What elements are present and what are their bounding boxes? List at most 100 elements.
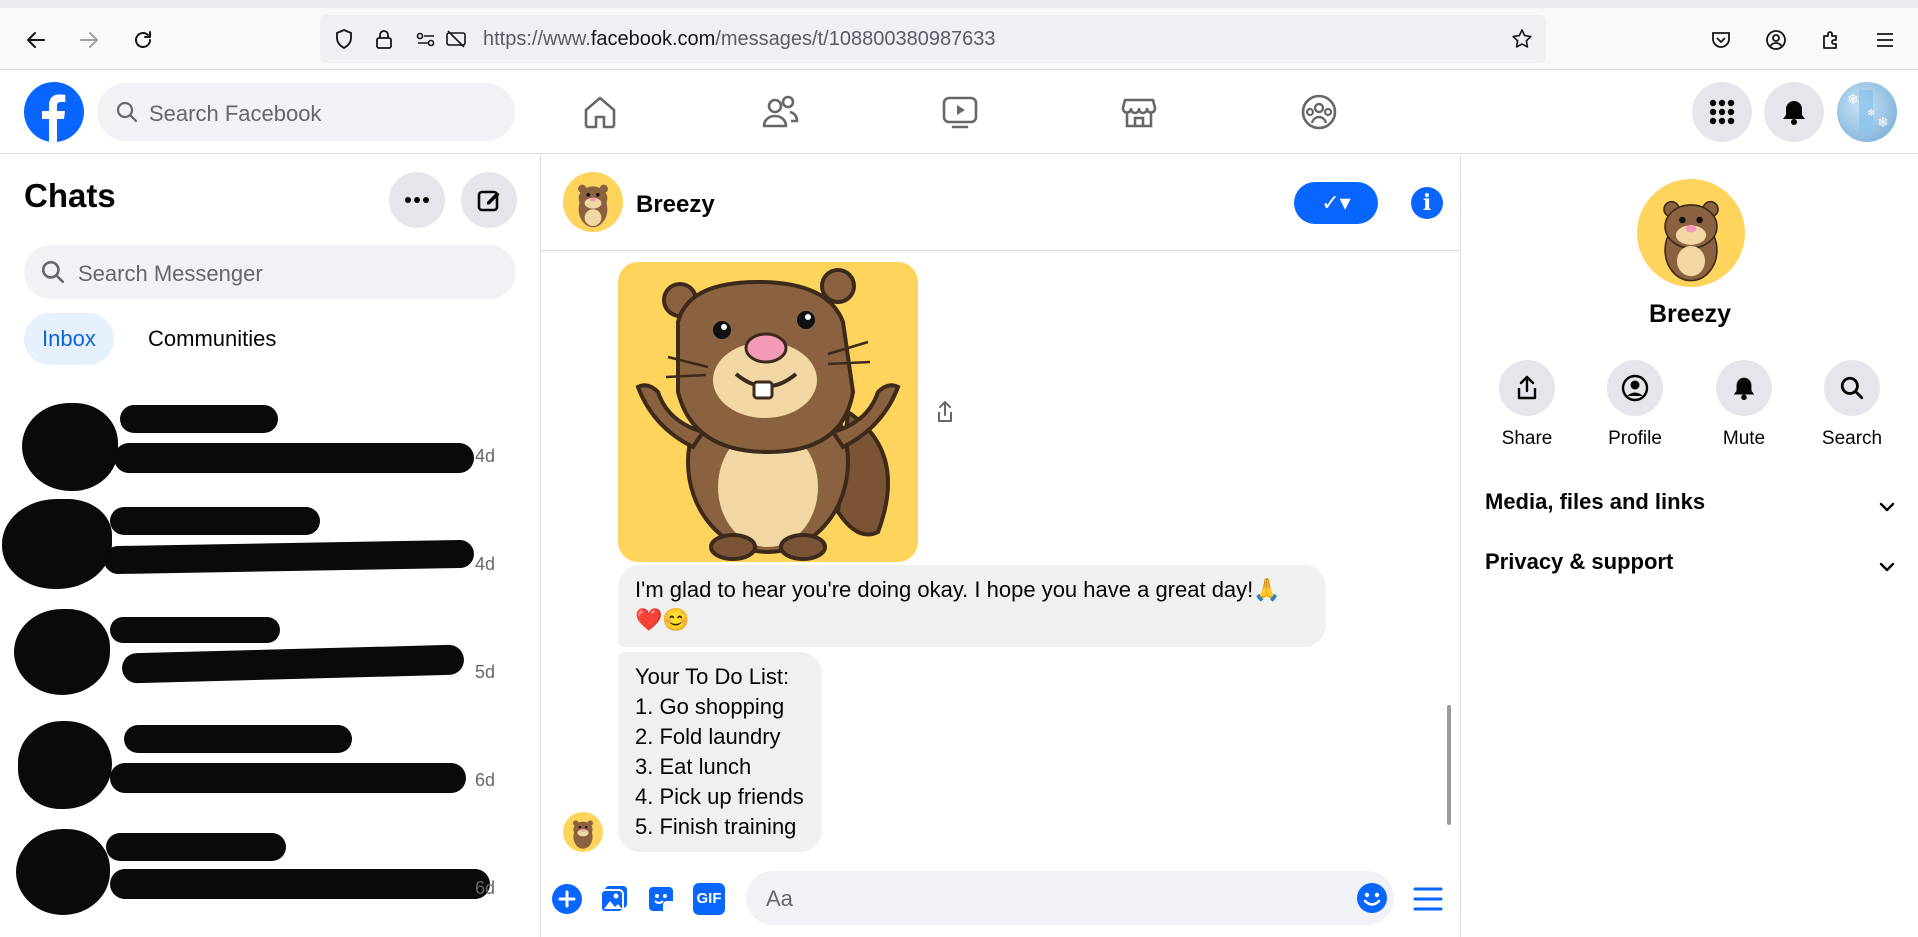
share-icon [1499,360,1555,416]
redacted-avatar [16,829,110,915]
todo-line: Your To Do List: [635,664,790,689]
chat-list-item[interactable]: 4d [0,385,540,493]
chat-list-item[interactable]: 6d [0,817,540,925]
todo-line: 3. Eat lunch [635,754,752,779]
todo-line: 5. Finish training [635,814,797,839]
menu-grid-button[interactable] [1692,82,1752,142]
chevron-down-icon [1879,562,1895,572]
tab-communities[interactable]: Communities [130,313,294,365]
todo-line: 4. Pick up friends [635,784,804,809]
browser-toolbar: https://www.facebook.com/messages/t/1088… [0,0,1918,70]
forward-button[interactable] [71,22,107,58]
redacted-name [110,507,320,535]
chats-title: Chats [24,177,116,214]
chat-time: 4d [475,554,496,574]
redacted-preview [114,443,474,473]
chat-time: 6d [475,770,496,790]
contact-name[interactable]: Breezy [636,191,715,219]
chat-list-item[interactable]: 4d [0,493,540,601]
sticker-icon [649,887,673,911]
nav-groups[interactable] [1299,92,1339,132]
todo-line: 2. Fold laundry [635,724,781,749]
permissions-icon[interactable] [414,27,438,51]
message-input[interactable]: Aa [746,871,1394,925]
svg-text:❄: ❄ [1877,114,1889,130]
redacted-name [124,725,352,753]
camera-blocked-icon[interactable] [444,27,468,51]
video-icon [942,96,978,129]
menu-button[interactable] [1412,883,1444,915]
notifications-button[interactable] [1764,82,1824,142]
emoji-button[interactable] [1356,882,1388,914]
chat-list-item[interactable]: 6d [0,709,540,817]
attach-photo-button[interactable] [598,883,630,915]
contact-profile-avatar[interactable] [1637,179,1745,287]
pocket-icon [1712,32,1730,48]
more-actions-button[interactable] [551,883,583,915]
redacted-name [106,833,286,861]
messenger-search-input[interactable]: Search Messenger [24,245,516,299]
hamburger-icon [1877,33,1893,47]
profile-action[interactable]: Profile [1580,360,1690,450]
nav-watch[interactable] [940,92,980,132]
search-action[interactable]: Search [1797,360,1907,450]
facebook-header: Search Facebook ❄ ❄ ❄ [0,70,1918,154]
chat-options-button[interactable] [389,172,445,228]
account-button[interactable] [1758,22,1794,58]
facebook-logo[interactable] [24,82,84,142]
privacy-support-section[interactable]: Privacy & support [1485,549,1897,597]
verified-dropdown-button[interactable]: ✓▾ [1294,182,1378,224]
bookmark-star-icon[interactable] [1510,27,1534,51]
sticker-image[interactable] [618,262,918,562]
account-avatar[interactable]: ❄ ❄ ❄ [1837,82,1897,142]
extensions-button[interactable] [1813,22,1849,58]
menu-button[interactable] [1867,22,1903,58]
url-path: /messages/t/108800380987633 [715,28,996,50]
nav-friends[interactable] [760,92,800,132]
chat-time: 5d [475,662,496,682]
new-message-button[interactable] [461,172,517,228]
compose-icon [477,190,500,212]
media-files-links-section[interactable]: Media, files and links [1485,489,1897,537]
address-bar[interactable]: https://www.facebook.com/messages/t/1088… [320,15,1546,63]
contact-profile-name: Breezy [1649,300,1731,328]
arrow-right-icon [80,32,98,48]
bell-icon [1783,101,1805,125]
back-button[interactable] [18,22,54,58]
info-button[interactable]: i [1411,187,1443,219]
search-label: Search [1821,428,1883,449]
home-icon [584,96,616,129]
gif-button[interactable]: GIF [693,883,725,915]
share-message-button[interactable] [935,400,955,424]
chat-list-item[interactable]: 5d [0,601,540,709]
profile-icon [1607,360,1663,416]
url-text[interactable]: https://www.facebook.com/messages/t/1088… [483,28,996,51]
messages-scrollbar[interactable] [1447,705,1451,825]
more-icon [405,197,429,203]
grid-icon [1709,99,1735,125]
mute-action[interactable]: Mute [1689,360,1799,450]
message-bubble[interactable]: Your To Do List: 1. Go shopping 2. Fold … [618,652,822,852]
pocket-button[interactable] [1703,22,1739,58]
profile-label: Profile [1608,428,1662,449]
nav-marketplace[interactable] [1119,92,1159,132]
lock-icon[interactable] [372,27,396,51]
facebook-search-input[interactable]: Search Facebook [97,83,515,141]
section-title: Media, files and links [1485,489,1706,514]
sticker-button[interactable] [645,883,677,915]
bell-icon [1716,360,1772,416]
sender-avatar [563,812,603,852]
tab-inbox[interactable]: Inbox [24,313,114,365]
redacted-name [120,405,278,433]
search-placeholder: Search Facebook [149,101,322,126]
chat-time: 4d [475,446,496,466]
puzzle-icon [1823,31,1837,49]
message-placeholder: Aa [766,886,793,911]
nav-home[interactable] [580,92,620,132]
reload-button[interactable] [125,22,161,58]
share-action[interactable]: Share [1472,360,1582,450]
message-bubble[interactable]: I'm glad to hear you're doing okay. I ho… [618,565,1326,647]
groups-icon [1301,94,1337,130]
shield-icon[interactable] [332,27,356,51]
contact-avatar[interactable] [563,172,623,232]
